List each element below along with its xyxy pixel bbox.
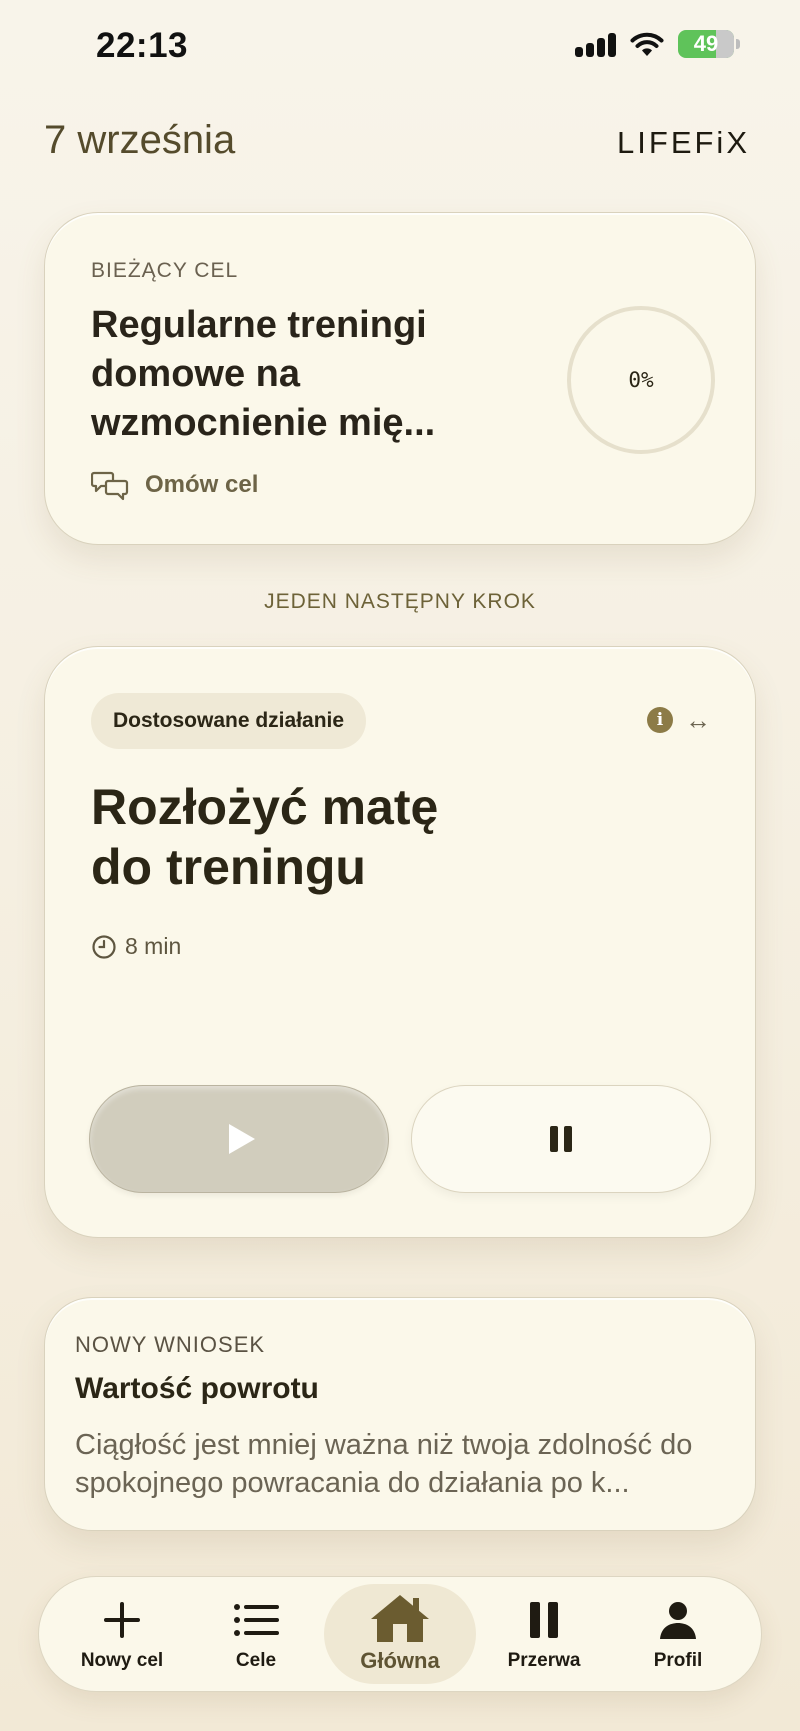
goal-progress-value: 0%: [628, 368, 654, 392]
swap-icon[interactable]: ↔: [685, 707, 711, 733]
tab-label: Profil: [653, 1650, 703, 1671]
wifi-icon: [630, 32, 664, 56]
tab-label: Przerwa: [507, 1650, 581, 1671]
info-icon[interactable]: i: [647, 707, 673, 733]
next-step-section-label: JEDEN NASTĘPNY KROK: [264, 590, 536, 613]
pause-icon: [550, 1126, 572, 1152]
person-icon: [660, 1602, 696, 1639]
insight-eyebrow: NOWY WNIOSEK: [75, 1332, 266, 1357]
duration-value: 8 min: [125, 933, 182, 959]
brand-logo: LIFEFiX: [617, 125, 750, 160]
current-goal-card[interactable]: BIEŻĄCY CEL Regularne treningi domowe na…: [44, 212, 756, 545]
tab-new-goal[interactable]: Nowy cel: [56, 1584, 188, 1684]
cellular-signal-icon: [575, 31, 616, 57]
tab-break[interactable]: Przerwa: [478, 1584, 610, 1684]
list-icon: [234, 1604, 279, 1636]
card-tools: i ↔: [647, 707, 711, 733]
start-button[interactable]: [89, 1085, 389, 1193]
play-icon: [229, 1124, 255, 1154]
tab-label: Nowy cel: [80, 1650, 164, 1671]
discuss-goal-label: Omów cel: [145, 471, 259, 498]
goal-title: Regularne treningi domowe na wzmocnienie…: [91, 304, 436, 444]
status-icons: 49: [575, 30, 740, 58]
tab-home[interactable]: Główna: [324, 1584, 476, 1684]
insight-title: Wartość powrotu: [75, 1372, 319, 1405]
goal-eyebrow: BIEŻĄCY CEL: [91, 259, 239, 282]
action-tag: Dostosowane działanie: [91, 693, 367, 749]
action-title: Rozłożyć matę do treningu: [91, 777, 591, 897]
pause-icon: [530, 1602, 558, 1638]
tab-bar: Nowy cel Cele Główna Przerwa Profil: [38, 1576, 762, 1692]
chat-bubbles-icon: [91, 471, 129, 501]
clock-icon: [92, 934, 116, 959]
next-step-card: Dostosowane działanie i ↔ Rozłożyć matę …: [44, 646, 756, 1238]
home-icon: [371, 1595, 429, 1642]
plus-icon: [104, 1602, 140, 1638]
insight-card[interactable]: NOWY WNIOSEK Wartość powrotu Ciągłość je…: [44, 1297, 756, 1531]
tab-profile[interactable]: Profil: [612, 1584, 744, 1684]
action-duration: 8 min: [91, 933, 181, 960]
action-title-line-1: Rozłożyć matę: [91, 779, 439, 835]
status-bar: 22:13 49: [0, 0, 800, 95]
tab-label: Główna: [360, 1648, 440, 1673]
insight-body: Ciągłość jest mniej ważna niż twoja zdol…: [75, 1429, 693, 1499]
battery-level: 49: [693, 31, 719, 56]
tab-label: Cele: [235, 1650, 277, 1671]
tab-goals[interactable]: Cele: [190, 1584, 322, 1684]
page-date: 7 września: [44, 118, 236, 162]
goal-progress-ring: 0%: [567, 306, 715, 454]
action-title-line-2: do treningu: [91, 839, 366, 895]
discuss-goal-button[interactable]: Omów cel: [91, 469, 258, 501]
status-time: 22:13: [96, 26, 189, 65]
pause-button[interactable]: [411, 1085, 711, 1193]
battery-icon: 49: [678, 30, 740, 58]
